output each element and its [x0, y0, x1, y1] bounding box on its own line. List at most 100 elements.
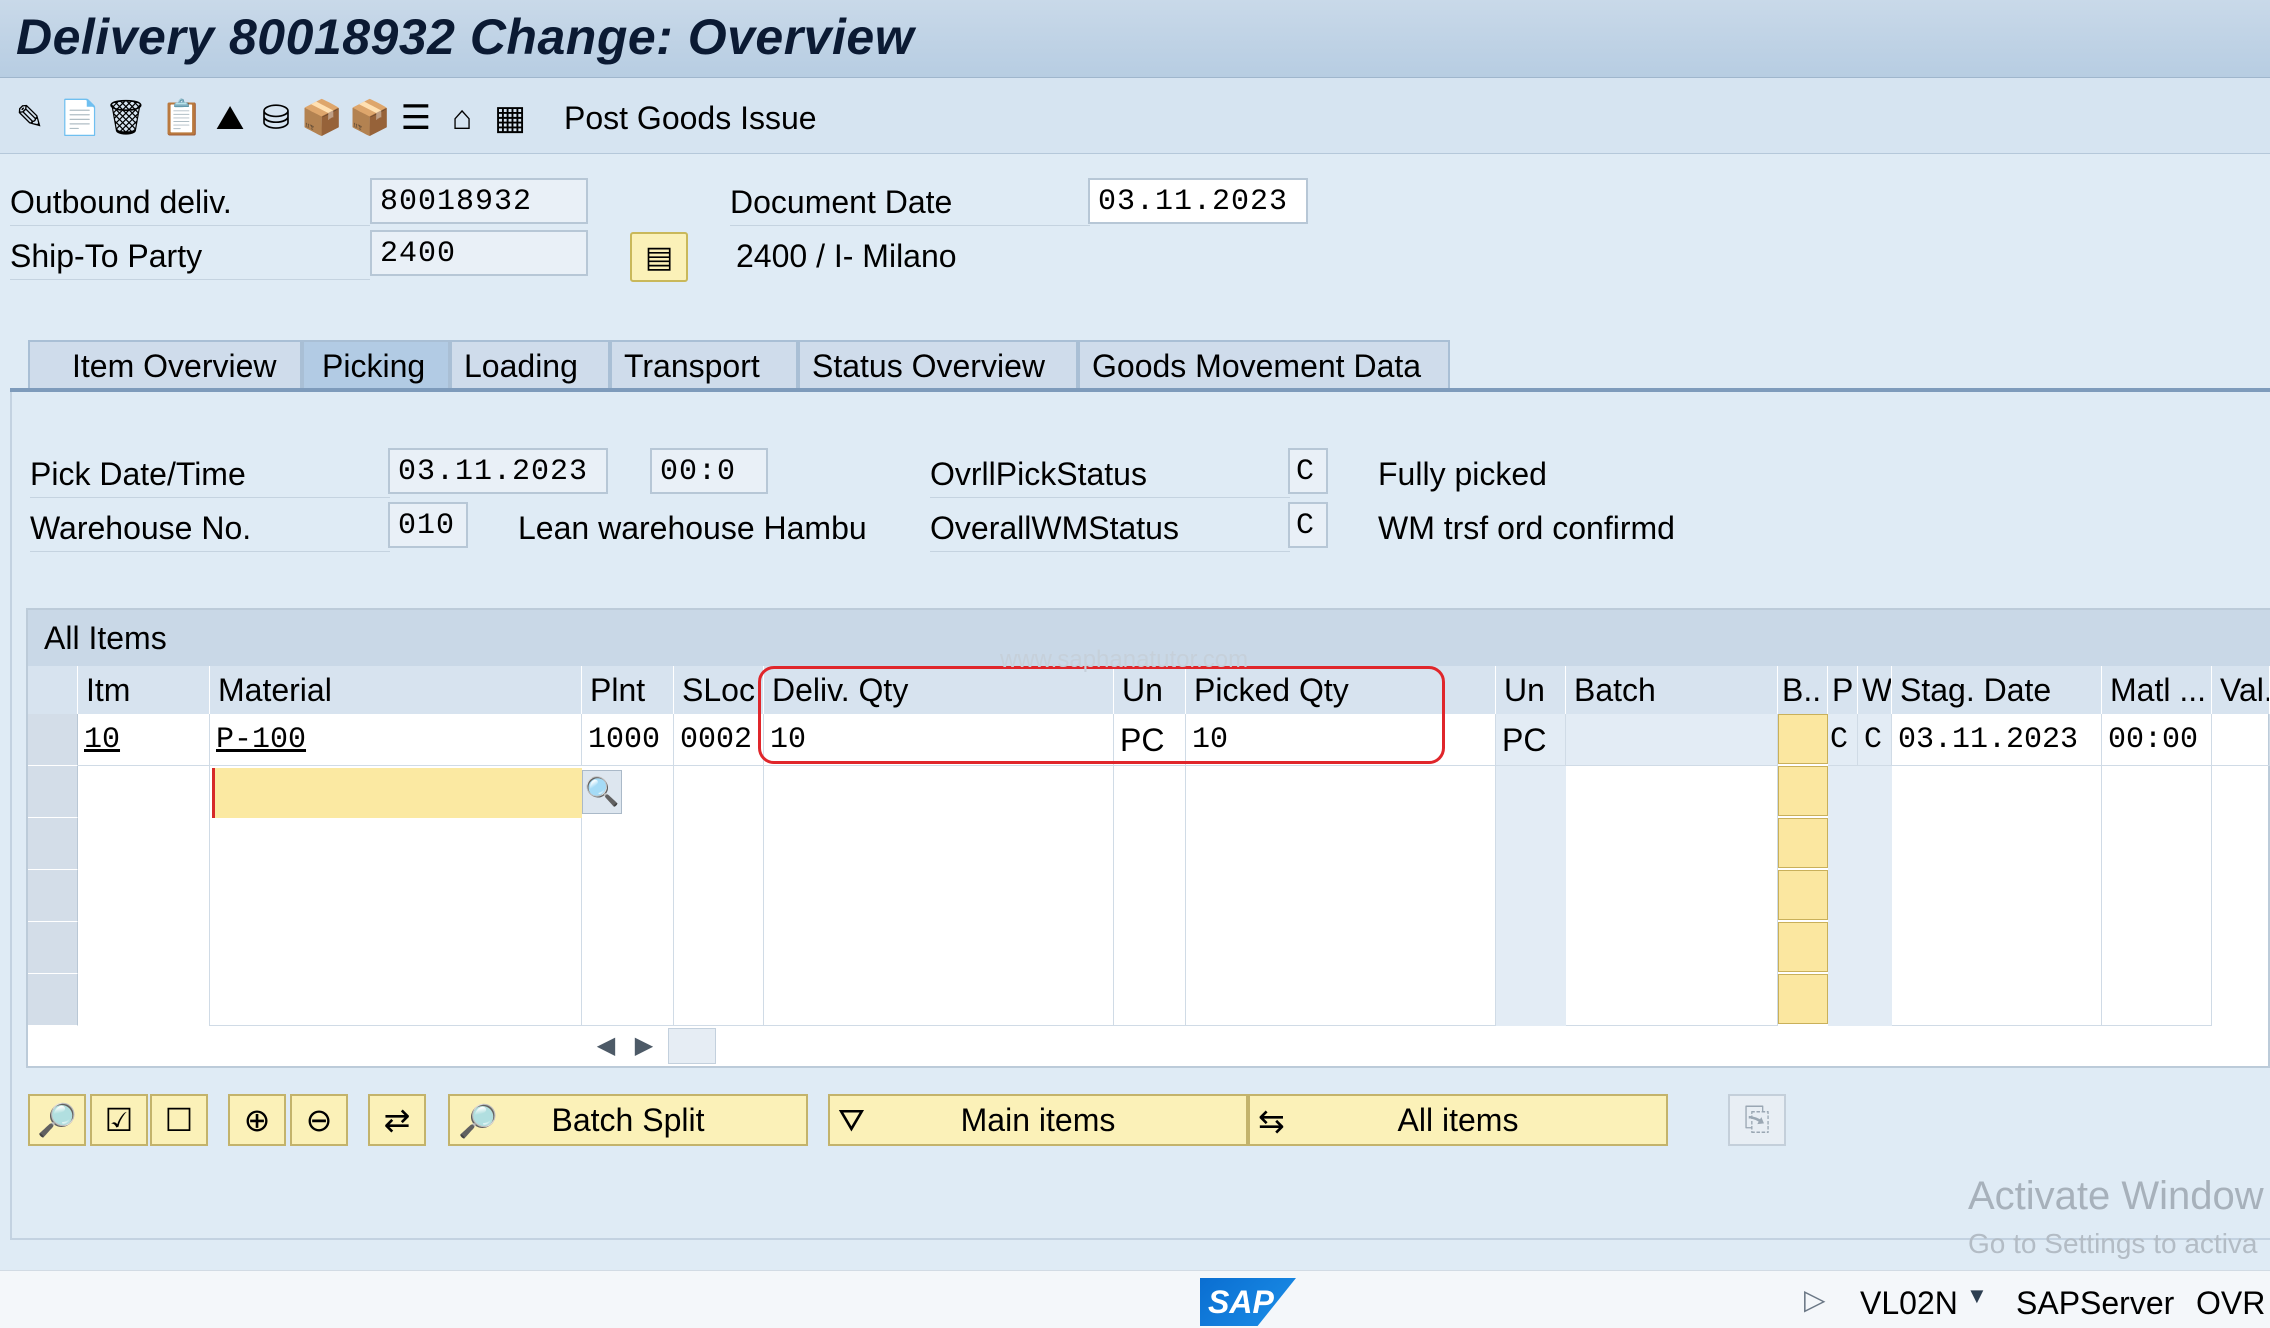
- main-items-label: Main items: [960, 1101, 1116, 1138]
- overall-pick-status-label: OvrllPickStatus: [930, 456, 1290, 498]
- table-row-val[interactable]: [2212, 714, 2270, 766]
- row-selector[interactable]: [28, 870, 78, 922]
- table-row-plnt[interactable]: 1000: [582, 714, 674, 766]
- col-header-plnt[interactable]: Plnt: [582, 666, 674, 714]
- col-header-itm[interactable]: Itm: [78, 666, 210, 714]
- col-header-stag-date[interactable]: Stag. Date: [1892, 666, 2102, 714]
- deliv-qty-column-empty: [764, 766, 1114, 1026]
- batch-split-indicator[interactable]: [1778, 922, 1828, 972]
- row-selector[interactable]: [28, 714, 78, 766]
- post-goods-issue-button[interactable]: Post Goods Issue: [564, 100, 817, 137]
- batch-split-label: Batch Split: [551, 1101, 705, 1138]
- batch-split-indicator[interactable]: [1778, 818, 1828, 868]
- ship-to-party-label: Ship-To Party: [10, 238, 370, 280]
- house-icon[interactable]: ⌂: [442, 98, 482, 138]
- col-header-p[interactable]: P: [1828, 666, 1858, 714]
- table-row-material[interactable]: P-100: [210, 714, 582, 766]
- col-header-matl[interactable]: Matl ...: [2102, 666, 2212, 714]
- package-icon[interactable]: 📦: [349, 98, 391, 138]
- overall-wm-status-desc: WM trsf ord confirmd: [1378, 510, 1675, 546]
- overall-pick-status-field[interactable]: C: [1288, 448, 1328, 494]
- batch-split-button[interactable]: 🔎 Batch Split: [448, 1094, 808, 1146]
- insert-row-button[interactable]: ⊕: [228, 1094, 286, 1146]
- new-document-icon[interactable]: 📄: [59, 98, 101, 138]
- grid-icon[interactable]: ▦: [490, 98, 530, 138]
- status-expand-icon[interactable]: ▷: [1804, 1283, 1826, 1316]
- row-selector[interactable]: [28, 766, 78, 818]
- scroll-left-icon[interactable]: ◀: [590, 1028, 622, 1064]
- ship-to-party-field[interactable]: 2400: [370, 230, 588, 276]
- sloc-column-empty: [674, 766, 764, 1026]
- stamp-icon[interactable]: ⛁: [256, 98, 296, 138]
- col-header-val[interactable]: Val.: [2212, 666, 2270, 714]
- scroll-right-icon[interactable]: ▶: [628, 1028, 660, 1064]
- shipping-icon[interactable]: 📦: [301, 98, 343, 138]
- delete-row-button[interactable]: ⊖: [290, 1094, 348, 1146]
- row-selector[interactable]: [28, 818, 78, 870]
- copy-button[interactable]: ⇄: [368, 1094, 426, 1146]
- itm-column-empty: [78, 766, 210, 1026]
- main-items-button[interactable]: ⛛ Main items: [828, 1094, 1248, 1146]
- stag-date-column-empty: [1892, 766, 2102, 1026]
- tab-loading[interactable]: Loading: [450, 340, 610, 390]
- col-header-sloc[interactable]: SLoc: [674, 666, 764, 714]
- copy-disabled-button[interactable]: ⎘: [1728, 1094, 1786, 1146]
- overall-pick-status-desc: Fully picked: [1378, 456, 1547, 492]
- row-selector[interactable]: [28, 922, 78, 974]
- partner-details-button[interactable]: ▤: [630, 232, 688, 282]
- deselect-all-icon: ☐: [164, 1102, 194, 1138]
- col-header-material[interactable]: Material: [210, 666, 582, 714]
- col-header-un-2[interactable]: Un: [1496, 666, 1566, 714]
- row-selector-header[interactable]: [28, 666, 78, 714]
- tab-status-overview[interactable]: Status Overview: [798, 340, 1078, 390]
- warehouse-no-field[interactable]: 010: [388, 502, 468, 548]
- item-number-link[interactable]: 10: [84, 723, 120, 757]
- tab-picking[interactable]: Picking: [302, 340, 450, 390]
- table-row-itm[interactable]: 10: [78, 714, 210, 766]
- col-header-w[interactable]: W: [1858, 666, 1892, 714]
- insert-mode: OVR: [2196, 1285, 2266, 1321]
- select-all-icon: ☑: [104, 1102, 134, 1138]
- table-row-batch: [1566, 714, 1778, 766]
- delete-icon[interactable]: 🗑: [104, 98, 147, 138]
- insert-row-icon: ⊕: [243, 1102, 271, 1138]
- pick-time-field[interactable]: 00:0: [650, 448, 768, 494]
- outbound-deliv-label: Outbound deliv.: [10, 184, 370, 226]
- tab-goods-movement-data[interactable]: Goods Movement Data: [1078, 340, 1450, 390]
- batch-split-indicator[interactable]: [1778, 714, 1828, 764]
- magnifier-icon: 🔎: [37, 1102, 77, 1138]
- tcode-dropdown-icon[interactable]: ▼: [1966, 1283, 1988, 1309]
- row-selector[interactable]: [28, 974, 78, 1026]
- pick-date-field[interactable]: 03.11.2023: [388, 448, 608, 494]
- outbound-deliv-field[interactable]: 80018932: [370, 178, 588, 224]
- material-column-empty: [210, 818, 582, 1026]
- table-row-matl[interactable]: 00:00: [2102, 714, 2212, 766]
- tab-item-overview[interactable]: Item Overview: [28, 340, 302, 390]
- select-all-button[interactable]: ☑: [90, 1094, 148, 1146]
- mountain-icon[interactable]: ⛰: [210, 98, 250, 138]
- batch-split-indicator[interactable]: [1778, 870, 1828, 920]
- table-row-stag-date[interactable]: 03.11.2023: [1892, 714, 2102, 766]
- all-items-icon: ⇆: [1258, 1103, 1285, 1139]
- material-link[interactable]: P-100: [216, 723, 306, 757]
- document-date-label: Document Date: [730, 184, 1090, 226]
- batch-split-indicator[interactable]: [1778, 974, 1828, 1024]
- overall-wm-status-field[interactable]: C: [1288, 502, 1328, 548]
- search-help-icon[interactable]: 🔍: [582, 770, 622, 814]
- table-row-sloc[interactable]: 0002: [674, 714, 764, 766]
- scrollbar-thumb[interactable]: [668, 1028, 716, 1064]
- document-date-field[interactable]: 03.11.2023: [1088, 178, 1308, 224]
- material-input[interactable]: [212, 768, 582, 818]
- server-name: SAPServer: [2016, 1285, 2175, 1321]
- list-icon[interactable]: ☰: [396, 98, 436, 138]
- copy-document-icon[interactable]: 📋: [161, 98, 203, 138]
- tab-transport[interactable]: Transport: [610, 340, 798, 390]
- details-button[interactable]: 🔎: [28, 1094, 86, 1146]
- col-header-batch[interactable]: Batch: [1566, 666, 1778, 714]
- deselect-all-button[interactable]: ☐: [150, 1094, 208, 1146]
- col-header-b[interactable]: B..: [1778, 666, 1828, 714]
- copy-icon: ⇄: [383, 1102, 411, 1138]
- display-change-icon[interactable]: ✎: [10, 98, 50, 138]
- batch-split-indicator[interactable]: [1778, 766, 1828, 816]
- all-items-button[interactable]: ⇆ All items: [1248, 1094, 1668, 1146]
